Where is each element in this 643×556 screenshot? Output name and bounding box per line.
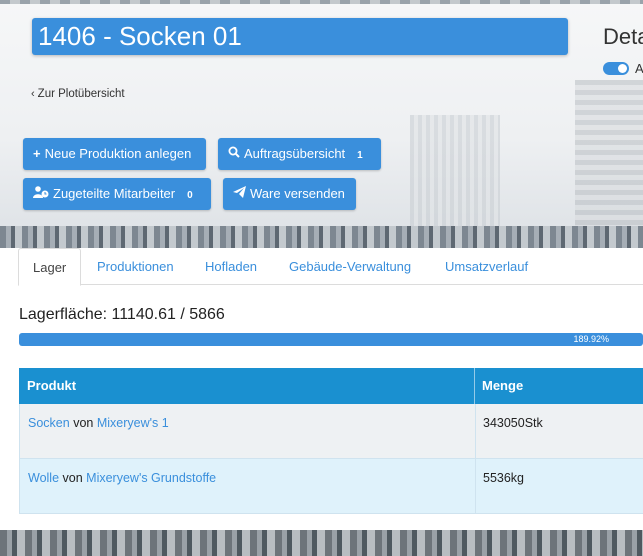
content-panel: Lager Produktionen Hofladen Gebäude-Verw…	[0, 248, 643, 530]
order-overview-button[interactable]: Auftragsübersicht 1	[218, 138, 381, 170]
storage-progress-bar: 189.92%	[19, 333, 643, 346]
staff-count-badge: 0	[187, 190, 193, 201]
search-icon	[228, 138, 240, 170]
assigned-staff-button[interactable]: Zugeteilte Mitarbeiter 0	[23, 178, 211, 210]
assigned-staff-label: Zugeteilte Mitarbeiter	[53, 186, 176, 201]
back-link-label: Zur Plotübersicht	[37, 88, 125, 100]
plot-title: 1406 - Socken 01	[32, 18, 568, 55]
inventory-table: Produkt Menge Socken von Mixeryew's 1 34…	[19, 368, 643, 514]
storage-progress-text: 189.92%	[573, 334, 609, 344]
product-cell: Wolle von Mixeryew's Grundstoffe	[28, 471, 216, 485]
storage-capacity-label: Lagerfläche: 11140.61 / 5866	[19, 306, 225, 323]
product-link[interactable]: Wolle	[28, 471, 59, 485]
new-production-label: Neue Produktion anlegen	[44, 146, 192, 161]
ship-goods-button[interactable]: Ware versenden	[223, 178, 356, 210]
order-count-badge: 1	[357, 150, 363, 161]
von-text: von	[73, 416, 94, 430]
tab-gebaeude-verwaltung[interactable]: Gebäude-Verwaltung	[289, 248, 411, 285]
table-row: Wolle von Mixeryew's Grundstoffe 5536kg	[19, 459, 643, 514]
source-link[interactable]: Mixeryew's 1	[97, 416, 169, 430]
tab-produktionen[interactable]: Produktionen	[97, 248, 174, 285]
user-clock-icon	[33, 178, 49, 210]
order-overview-label: Auftragsübersicht	[244, 146, 346, 161]
back-to-plot-overview-link[interactable]: ‹ Zur Plotübersicht	[31, 88, 125, 100]
toggle-label: A	[635, 61, 643, 76]
table-header: Produkt Menge	[19, 368, 643, 404]
column-header-product: Produkt	[27, 378, 77, 393]
tab-bar: Lager Produktionen Hofladen Gebäude-Verw…	[18, 248, 643, 286]
table-row: Socken von Mixeryew's 1 343050Stk	[19, 404, 643, 459]
tab-umsatzverlauf[interactable]: Umsatzverlauf	[445, 248, 528, 285]
chevron-left-icon: ‹	[31, 88, 35, 100]
details-toggle[interactable]	[603, 62, 629, 75]
source-link[interactable]: Mixeryew's Grundstoffe	[86, 471, 216, 485]
von-text: von	[62, 471, 83, 485]
amount-cell: 5536kg	[483, 471, 525, 485]
tab-hofladen[interactable]: Hofladen	[205, 248, 257, 285]
ship-goods-label: Ware versenden	[250, 186, 345, 201]
tab-lager[interactable]: Lager	[18, 248, 82, 286]
product-link[interactable]: Socken	[28, 416, 70, 430]
plus-icon: +	[33, 146, 41, 161]
details-heading: Deta	[603, 24, 643, 49]
product-cell: Socken von Mixeryew's 1	[28, 416, 169, 430]
column-header-amount: Menge	[482, 378, 524, 393]
new-production-button[interactable]: + Neue Produktion anlegen	[23, 138, 206, 170]
paper-plane-icon	[233, 178, 246, 210]
amount-cell: 343050Stk	[483, 416, 543, 430]
